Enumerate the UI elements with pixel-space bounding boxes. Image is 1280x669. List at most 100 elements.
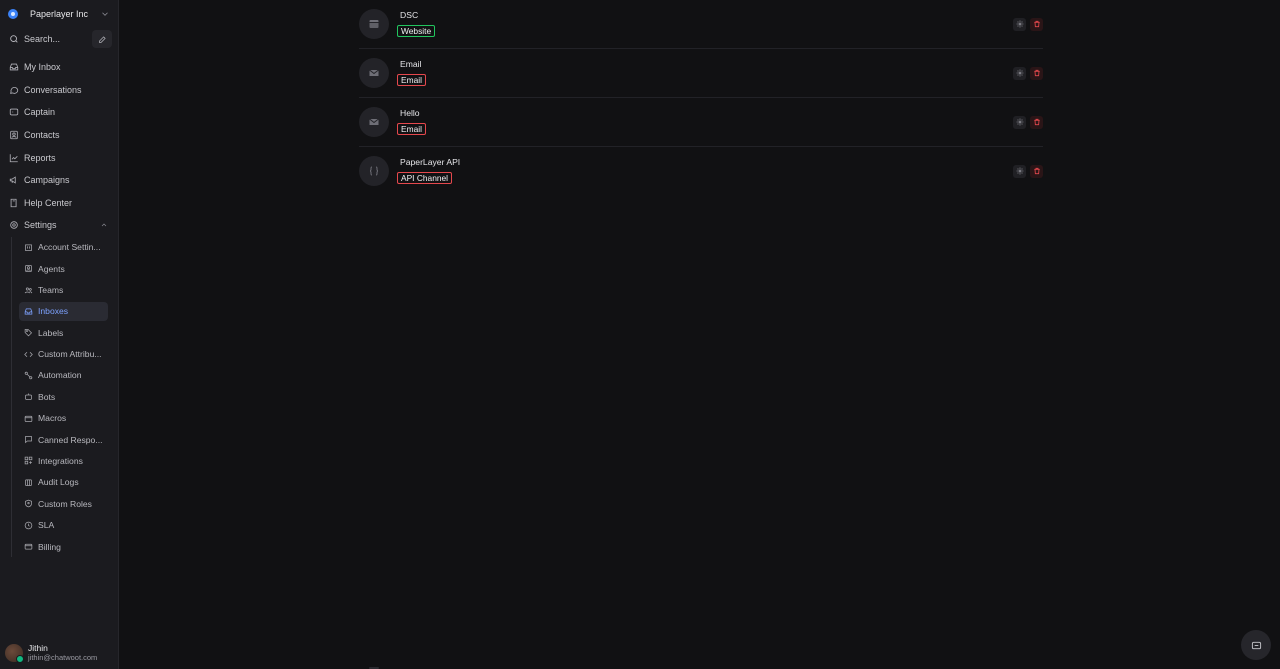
search-button[interactable]: Search... <box>6 28 92 50</box>
bot-icon <box>25 393 32 401</box>
settings-item-label: Agents <box>38 263 65 274</box>
settings-item-labels[interactable]: Labels <box>19 322 108 343</box>
nav-campaigns[interactable]: Campaigns <box>0 169 118 192</box>
chevron-down-icon <box>102 12 108 16</box>
user-name: Jithin <box>28 643 48 653</box>
tag-icon <box>24 329 33 337</box>
settings-item-audit-logs[interactable]: Audit Logs <box>19 472 108 493</box>
captain-icon <box>9 109 19 116</box>
inbox-delete-button[interactable] <box>1030 115 1043 129</box>
mail-icon <box>369 118 379 125</box>
inbox-avatar <box>359 58 389 88</box>
inbox-settings-button[interactable] <box>1013 66 1026 80</box>
inbox-delete-button[interactable] <box>1030 66 1043 80</box>
main-content: DSC Website Email Email Hello Email Pape… <box>119 0 1280 669</box>
inbox-settings-button[interactable] <box>1013 164 1026 178</box>
settings-item-macros[interactable]: Macros <box>19 407 108 428</box>
automation-icon <box>24 371 33 380</box>
nav-help-center[interactable]: Help Center <box>0 192 118 215</box>
settings-item-billing[interactable]: Billing <box>19 536 108 557</box>
card-icon <box>24 543 33 550</box>
code-icon <box>24 351 33 357</box>
channel-badge: API Channel <box>397 171 453 184</box>
nav-label: Campaigns <box>24 175 70 186</box>
channel-badge: Email <box>397 73 426 86</box>
clock-icon <box>24 521 33 529</box>
nav-contacts[interactable]: Contacts <box>0 124 118 147</box>
trash-icon <box>1033 69 1040 77</box>
gear-icon <box>10 221 18 230</box>
nav-label: Reports <box>24 152 56 163</box>
contacts-icon <box>10 130 18 140</box>
inbox-name: PaperLayer API <box>400 156 461 167</box>
channel-badge: Website <box>397 24 436 37</box>
nav-settings[interactable]: Settings <box>0 214 118 237</box>
settings-item-label: Integrations <box>38 455 83 466</box>
audit-icon <box>25 479 32 486</box>
settings-item-label: Canned Respo... <box>38 434 103 445</box>
inbox-avatar <box>359 107 389 137</box>
nav-label: Help Center <box>24 197 73 208</box>
nav-captain[interactable]: Captain <box>0 101 118 124</box>
gear-icon <box>1016 167 1023 175</box>
user-email: jithin@chatwoot.com <box>28 653 98 662</box>
trash-icon <box>1033 118 1040 126</box>
settings-item-automation[interactable]: Automation <box>19 365 108 386</box>
inbox-icon <box>9 63 19 71</box>
compose-button[interactable] <box>92 30 112 48</box>
settings-item-label: Labels <box>38 327 64 338</box>
inbox-settings-button[interactable] <box>1013 115 1026 129</box>
settings-item-inboxes[interactable]: Inboxes <box>19 301 108 321</box>
settings-item-bots[interactable]: Bots <box>19 386 108 407</box>
inbox-row: Email Email <box>359 49 1043 98</box>
settings-item-label: Account Settin... <box>38 242 101 253</box>
settings-item-label: Inboxes <box>38 306 69 317</box>
settings-item-agents[interactable]: Agents <box>19 258 108 279</box>
settings-item-custom-roles[interactable]: Custom Roles <box>19 493 108 514</box>
channel-badge: Email <box>397 122 426 135</box>
nav-my-inbox[interactable]: My Inbox <box>0 56 118 79</box>
inbox-name: Hello <box>400 107 420 118</box>
settings-item-custom-attributes[interactable]: Custom Attribu... <box>19 343 108 364</box>
nav-label: Settings <box>24 220 57 231</box>
nav-conversations[interactable]: Conversations <box>0 79 118 102</box>
inbox-delete-button[interactable] <box>1030 164 1043 178</box>
chat-bubble-icon <box>1251 641 1261 649</box>
building-icon <box>25 244 32 251</box>
inbox-avatar <box>359 9 389 39</box>
chat-icon <box>10 86 19 94</box>
inbox-settings-button[interactable] <box>1013 17 1026 31</box>
settings-item-teams[interactable]: Teams <box>19 280 108 301</box>
search-icon <box>10 35 18 43</box>
workspace-switcher[interactable]: Paperlayer Inc <box>0 0 118 28</box>
nav-label: Contacts <box>24 130 60 141</box>
nav-label: Captain <box>24 107 56 118</box>
inbox-row: PaperLayer API API Channel <box>359 147 1043 195</box>
settings-item-label: Custom Roles <box>38 498 92 509</box>
workspace-logo-icon <box>8 9 18 19</box>
chevron-up-icon <box>101 223 107 227</box>
inbox-delete-button[interactable] <box>1030 17 1043 31</box>
online-status-dot <box>16 655 24 663</box>
website-icon <box>369 20 379 28</box>
sidebar: Paperlayer Inc Search... My Inbox Conver… <box>0 0 119 669</box>
inbox-list: DSC Website Email Email Hello Email Pape… <box>359 0 1043 195</box>
macro-icon <box>24 415 33 422</box>
user-profile[interactable]: Jithin jithin@chatwoot.com <box>5 643 97 663</box>
settings-item-label: Audit Logs <box>38 477 79 488</box>
agent-icon <box>25 265 32 273</box>
settings-item-label: Teams <box>38 285 64 296</box>
workspace-name: Paperlayer Inc <box>30 9 89 19</box>
nav-reports[interactable]: Reports <box>0 146 118 169</box>
settings-item-label: Automation <box>38 370 82 381</box>
trash-icon <box>1033 167 1040 175</box>
integrations-icon <box>24 457 33 465</box>
search-label: Search... <box>24 34 61 44</box>
settings-item-canned-responses[interactable]: Canned Respo... <box>19 429 108 450</box>
gear-icon <box>1016 118 1023 126</box>
chat-widget-button[interactable] <box>1241 630 1271 660</box>
settings-item-integrations[interactable]: Integrations <box>19 450 108 471</box>
settings-item-sla[interactable]: SLA <box>19 514 108 535</box>
settings-item-account-settings[interactable]: Account Settin... <box>19 237 108 258</box>
pencil-icon <box>98 35 106 43</box>
